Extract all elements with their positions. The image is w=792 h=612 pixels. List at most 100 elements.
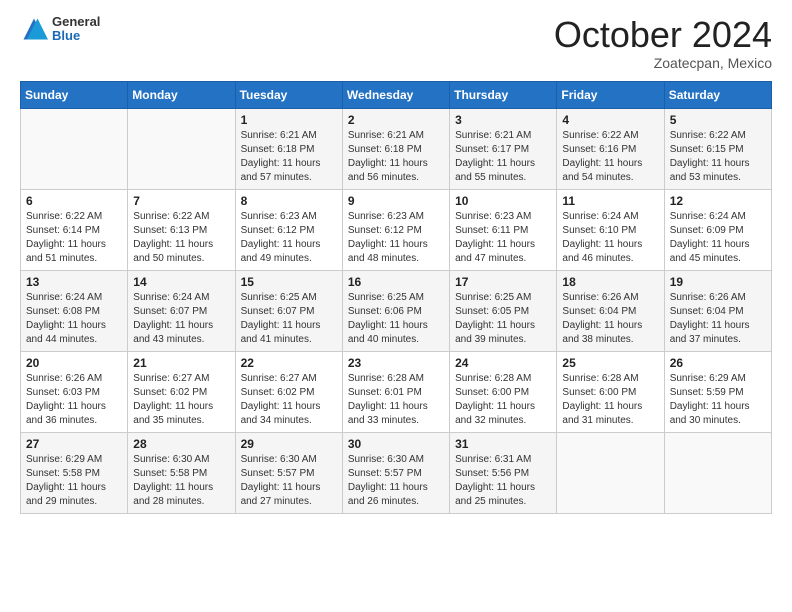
day-info: Sunrise: 6:26 AMSunset: 6:04 PMDaylight:… <box>670 291 766 347</box>
day-of-week-header: Sunday <box>21 81 128 108</box>
day-number: 24 <box>455 356 551 370</box>
day-number: 13 <box>26 275 122 289</box>
day-number: 7 <box>133 194 229 208</box>
day-of-week-header: Tuesday <box>235 81 342 108</box>
day-number: 2 <box>348 113 444 127</box>
day-info: Sunrise: 6:21 AMSunset: 6:17 PMDaylight:… <box>455 129 551 185</box>
calendar-cell: 9 Sunrise: 6:23 AMSunset: 6:12 PMDaylight… <box>342 189 449 270</box>
calendar-week-row: 6 Sunrise: 6:22 AMSunset: 6:14 PMDaylight… <box>21 189 772 270</box>
day-info: Sunrise: 6:29 AMSunset: 5:58 PMDaylight:… <box>26 453 122 509</box>
day-number: 19 <box>670 275 766 289</box>
calendar-cell: 7 Sunrise: 6:22 AMSunset: 6:13 PMDaylight… <box>128 189 235 270</box>
calendar-cell: 29Sunrise: 6:30 AMSunset: 5:57 PMDayligh… <box>235 432 342 513</box>
calendar-cell <box>128 108 235 189</box>
day-info: Sunrise: 6:28 AMSunset: 6:00 PMDaylight:… <box>455 372 551 428</box>
day-number: 18 <box>562 275 658 289</box>
day-info: Sunrise: 6:23 AMSunset: 6:12 PMDaylight:… <box>348 210 444 266</box>
day-of-week-header: Friday <box>557 81 664 108</box>
calendar-cell: 3 Sunrise: 6:21 AMSunset: 6:17 PMDaylight… <box>450 108 557 189</box>
calendar-cell: 12Sunrise: 6:24 AMSunset: 6:09 PMDayligh… <box>664 189 771 270</box>
day-info: Sunrise: 6:26 AMSunset: 6:03 PMDaylight:… <box>26 372 122 428</box>
calendar-cell: 28Sunrise: 6:30 AMSunset: 5:58 PMDayligh… <box>128 432 235 513</box>
day-info: Sunrise: 6:21 AMSunset: 6:18 PMDaylight:… <box>348 129 444 185</box>
month-title: October 2024 <box>554 15 772 55</box>
day-number: 25 <box>562 356 658 370</box>
day-number: 21 <box>133 356 229 370</box>
day-number: 8 <box>241 194 337 208</box>
day-info: Sunrise: 6:22 AMSunset: 6:14 PMDaylight:… <box>26 210 122 266</box>
day-number: 15 <box>241 275 337 289</box>
calendar-cell: 30 Sunrise: 6:30 AMSunset: 5:57 PMDayligh… <box>342 432 449 513</box>
header: General Blue October 2024 Zoatecpan, Mex… <box>20 15 772 71</box>
day-number: 1 <box>241 113 337 127</box>
day-info: Sunrise: 6:25 AMSunset: 6:06 PMDaylight:… <box>348 291 444 347</box>
calendar-cell: 31 Sunrise: 6:31 AMSunset: 5:56 PMDayligh… <box>450 432 557 513</box>
calendar-cell: 18Sunrise: 6:26 AMSunset: 6:04 PMDayligh… <box>557 270 664 351</box>
day-number: 12 <box>670 194 766 208</box>
calendar-week-row: 20Sunrise: 6:26 AMSunset: 6:03 PMDayligh… <box>21 351 772 432</box>
day-number: 31 <box>455 437 551 451</box>
day-info: Sunrise: 6:27 AMSunset: 6:02 PMDaylight:… <box>133 372 229 428</box>
day-info: Sunrise: 6:31 AMSunset: 5:56 PMDaylight:… <box>455 453 551 509</box>
calendar: SundayMondayTuesdayWednesdayThursdayFrid… <box>20 81 772 514</box>
calendar-cell: 24 Sunrise: 6:28 AMSunset: 6:00 PMDayligh… <box>450 351 557 432</box>
logo-icon <box>20 15 48 43</box>
day-info: Sunrise: 6:22 AMSunset: 6:16 PMDaylight:… <box>562 129 658 185</box>
calendar-cell: 16 Sunrise: 6:25 AMSunset: 6:06 PMDayligh… <box>342 270 449 351</box>
day-number: 9 <box>348 194 444 208</box>
day-number: 11 <box>562 194 658 208</box>
page: General Blue October 2024 Zoatecpan, Mex… <box>0 0 792 612</box>
day-of-week-header: Monday <box>128 81 235 108</box>
day-info: Sunrise: 6:27 AMSunset: 6:02 PMDaylight:… <box>241 372 337 428</box>
day-of-week-header: Thursday <box>450 81 557 108</box>
day-number: 26 <box>670 356 766 370</box>
calendar-cell: 11 Sunrise: 6:24 AMSunset: 6:10 PMDayligh… <box>557 189 664 270</box>
calendar-cell: 14Sunrise: 6:24 AMSunset: 6:07 PMDayligh… <box>128 270 235 351</box>
day-info: Sunrise: 6:30 AMSunset: 5:57 PMDaylight:… <box>241 453 337 509</box>
day-number: 6 <box>26 194 122 208</box>
day-info: Sunrise: 6:24 AMSunset: 6:08 PMDaylight:… <box>26 291 122 347</box>
day-number: 3 <box>455 113 551 127</box>
day-number: 23 <box>348 356 444 370</box>
title-block: October 2024 Zoatecpan, Mexico <box>554 15 772 71</box>
day-info: Sunrise: 6:21 AMSunset: 6:18 PMDaylight:… <box>241 129 337 185</box>
day-number: 14 <box>133 275 229 289</box>
calendar-cell: 20Sunrise: 6:26 AMSunset: 6:03 PMDayligh… <box>21 351 128 432</box>
calendar-cell: 27 Sunrise: 6:29 AMSunset: 5:58 PMDayligh… <box>21 432 128 513</box>
calendar-cell: 5Sunrise: 6:22 AMSunset: 6:15 PMDaylight… <box>664 108 771 189</box>
calendar-cell: 21 Sunrise: 6:27 AMSunset: 6:02 PMDayligh… <box>128 351 235 432</box>
calendar-cell: 13 Sunrise: 6:24 AMSunset: 6:08 PMDayligh… <box>21 270 128 351</box>
logo: General Blue <box>20 15 100 44</box>
day-number: 16 <box>348 275 444 289</box>
logo-general: General <box>52 15 100 29</box>
day-info: Sunrise: 6:28 AMSunset: 6:00 PMDaylight:… <box>562 372 658 428</box>
day-info: Sunrise: 6:22 AMSunset: 6:13 PMDaylight:… <box>133 210 229 266</box>
day-of-week-header: Saturday <box>664 81 771 108</box>
day-info: Sunrise: 6:29 AMSunset: 5:59 PMDaylight:… <box>670 372 766 428</box>
calendar-cell: 1 Sunrise: 6:21 AMSunset: 6:18 PMDaylight… <box>235 108 342 189</box>
day-info: Sunrise: 6:25 AMSunset: 6:05 PMDaylight:… <box>455 291 551 347</box>
day-info: Sunrise: 6:23 AMSunset: 6:11 PMDaylight:… <box>455 210 551 266</box>
calendar-week-row: 1 Sunrise: 6:21 AMSunset: 6:18 PMDaylight… <box>21 108 772 189</box>
calendar-cell: 10 Sunrise: 6:23 AMSunset: 6:11 PMDayligh… <box>450 189 557 270</box>
calendar-week-row: 13 Sunrise: 6:24 AMSunset: 6:08 PMDayligh… <box>21 270 772 351</box>
calendar-cell: 17Sunrise: 6:25 AMSunset: 6:05 PMDayligh… <box>450 270 557 351</box>
calendar-cell: 15Sunrise: 6:25 AMSunset: 6:07 PMDayligh… <box>235 270 342 351</box>
day-number: 27 <box>26 437 122 451</box>
calendar-cell <box>557 432 664 513</box>
calendar-cell: 19 Sunrise: 6:26 AMSunset: 6:04 PMDayligh… <box>664 270 771 351</box>
day-number: 10 <box>455 194 551 208</box>
day-number: 28 <box>133 437 229 451</box>
day-info: Sunrise: 6:30 AMSunset: 5:57 PMDaylight:… <box>348 453 444 509</box>
calendar-header: SundayMondayTuesdayWednesdayThursdayFrid… <box>21 81 772 108</box>
calendar-cell: 26 Sunrise: 6:29 AMSunset: 5:59 PMDayligh… <box>664 351 771 432</box>
logo-blue: Blue <box>52 29 100 43</box>
logo-text: General Blue <box>52 15 100 44</box>
day-info: Sunrise: 6:24 AMSunset: 6:10 PMDaylight:… <box>562 210 658 266</box>
calendar-cell: 4 Sunrise: 6:22 AMSunset: 6:16 PMDaylight… <box>557 108 664 189</box>
day-number: 30 <box>348 437 444 451</box>
day-number: 4 <box>562 113 658 127</box>
calendar-cell: 6 Sunrise: 6:22 AMSunset: 6:14 PMDaylight… <box>21 189 128 270</box>
calendar-cell: 22Sunrise: 6:27 AMSunset: 6:02 PMDayligh… <box>235 351 342 432</box>
day-of-week-header: Wednesday <box>342 81 449 108</box>
